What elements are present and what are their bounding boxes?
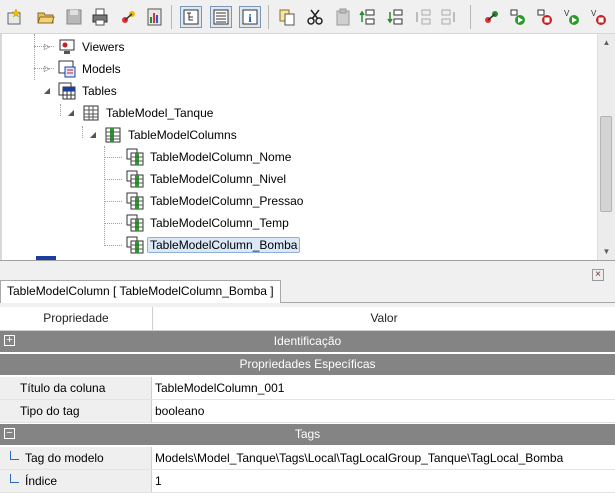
property-value[interactable]: Models\Model_Tanque\Tags\Local\TagLocalG… (153, 447, 563, 469)
expand-plus-icon[interactable]: + (4, 335, 15, 346)
list-view-icon[interactable] (210, 6, 232, 28)
info-icon[interactable]: i (239, 6, 261, 28)
category-label: Propriedades Específicas (239, 357, 376, 371)
move-up-icon[interactable] (356, 6, 378, 28)
tree-item-label: TableModelColumn_Temp (150, 216, 289, 230)
columns-folder-icon (105, 127, 121, 143)
property-value[interactable]: booleano (153, 400, 204, 422)
child-connector-icon (10, 474, 19, 483)
tables-icon (58, 82, 76, 100)
tab-tablemodelcolumn[interactable]: TableModelColumn [ TableModelColumn_Bomb… (0, 280, 281, 303)
scroll-up-icon[interactable]: ▲ (598, 34, 615, 51)
stop-icon[interactable] (534, 6, 556, 28)
tree-item-label: Viewers (82, 40, 125, 54)
save-icon[interactable] (63, 6, 85, 28)
copy-icon[interactable] (276, 6, 298, 28)
table-model-icon (83, 105, 99, 121)
property-value[interactable]: TableModelColumn_001 (153, 377, 284, 399)
main-toolbar: i V V (0, 0, 615, 34)
column-icon (126, 236, 144, 254)
print-icon[interactable] (89, 6, 111, 28)
cut-icon[interactable] (304, 6, 326, 28)
tree-item-label: TableModelColumn_Bomba (147, 237, 301, 253)
scroll-thumb[interactable] (600, 116, 612, 212)
property-key: Índice (0, 470, 152, 492)
indent-icon[interactable] (412, 6, 434, 28)
connect-icon[interactable] (480, 6, 502, 28)
new-project-icon[interactable] (4, 6, 26, 28)
property-key: Tag do modelo (0, 447, 152, 469)
category-propriedades-especificas: Propriedades Específicas (0, 354, 615, 375)
property-key: Título da coluna (0, 377, 152, 399)
property-value[interactable]: 1 (153, 470, 162, 492)
child-connector-icon (10, 451, 19, 460)
tree-item-label: TableModelColumn_Pressao (150, 194, 304, 208)
pane-splitter[interactable] (0, 261, 615, 269)
collapse-arrow-icon[interactable]: ◢ (88, 130, 98, 139)
tree-item-label: Models (82, 62, 121, 76)
tree-item-label: TableModelColumn_Nivel (150, 172, 287, 186)
models-icon (58, 60, 76, 78)
chart-icon[interactable] (143, 6, 165, 28)
tree-item-column-nome[interactable]: TableModelColumn_Nome (126, 147, 294, 167)
tree-item-label: Tables (82, 84, 117, 98)
category-tags[interactable]: − Tags (0, 424, 615, 445)
deploy-icon[interactable] (117, 6, 139, 28)
outdent-icon[interactable] (438, 6, 460, 28)
category-label: Identificação (273, 334, 342, 348)
tree-item-column-bomba[interactable]: TableModelColumn_Bomba (126, 235, 301, 255)
open-folder-icon[interactable] (35, 6, 57, 28)
tree-item-label: TableModel_Tanque (106, 106, 214, 120)
category-label: Tags (294, 427, 321, 441)
column-icon (126, 170, 144, 188)
tree-item-tablemodel-tanque[interactable]: TableModel_Tanque (82, 103, 216, 123)
scroll-down-icon[interactable]: ▼ (598, 243, 615, 260)
collapse-arrow-icon[interactable]: ◢ (66, 108, 76, 117)
stop-variable-icon[interactable]: V (588, 6, 610, 28)
tree-item-column-temp[interactable]: TableModelColumn_Temp (126, 213, 292, 233)
property-key-label: Índice (25, 474, 58, 488)
run-icon[interactable] (507, 6, 529, 28)
column-header-property: Propriedade (0, 307, 153, 331)
column-icon (126, 192, 144, 210)
column-icon (126, 148, 144, 166)
tree-item-column-nivel[interactable]: TableModelColumn_Nivel (126, 169, 289, 189)
collapse-minus-icon[interactable]: − (4, 428, 15, 439)
tree-item-tables[interactable]: Tables (58, 81, 120, 101)
paste-icon[interactable] (332, 6, 354, 28)
expand-arrow-icon[interactable]: ▷ (42, 42, 52, 51)
svg-text:V: V (591, 9, 597, 18)
tree-item-column-pressao[interactable]: TableModelColumn_Pressao (126, 191, 306, 211)
property-key-label: Tag do modelo (25, 451, 104, 465)
tree-item-label: TableModelColumns (128, 128, 237, 142)
category-identificacao[interactable]: + Identificação (0, 331, 615, 352)
property-row-tipo-tag[interactable]: Tipo do tag booleano (0, 400, 615, 423)
svg-text:V: V (564, 9, 570, 18)
property-row-titulo-coluna[interactable]: Título da coluna TableModelColumn_001 (0, 377, 615, 400)
tree-item-models[interactable]: Models (58, 59, 124, 79)
tree-item-tablemodelcolumns[interactable]: TableModelColumns (104, 125, 240, 145)
column-header-value: Valor (153, 307, 615, 331)
property-row-tag-modelo[interactable]: Tag do modelo Models\Model_Tanque\Tags\L… (0, 447, 615, 470)
tree-view-icon[interactable] (180, 6, 202, 28)
move-down-icon[interactable] (384, 6, 406, 28)
property-tab-strip: TableModelColumn [ TableModelColumn_Bomb… (0, 280, 615, 303)
property-grid: Propriedade Valor + Identificação Propri… (0, 307, 615, 497)
tree-item-label: TableModelColumn_Nome (150, 150, 292, 164)
expand-arrow-icon[interactable]: ▷ (42, 64, 52, 73)
collapse-arrow-icon[interactable]: ◢ (42, 86, 52, 95)
project-tree: ▷ Viewers ▷ Models ◢ Tables ◢ TableModel… (0, 34, 615, 261)
property-row-indice[interactable]: Índice 1 (0, 470, 615, 493)
property-key: Tipo do tag (0, 400, 152, 422)
tree-scrollbar[interactable]: ▲ ▼ (597, 34, 615, 260)
viewers-icon (59, 39, 75, 54)
run-variable-icon[interactable]: V (561, 6, 583, 28)
tree-item-viewers[interactable]: Viewers (58, 37, 127, 57)
column-icon (126, 214, 144, 232)
